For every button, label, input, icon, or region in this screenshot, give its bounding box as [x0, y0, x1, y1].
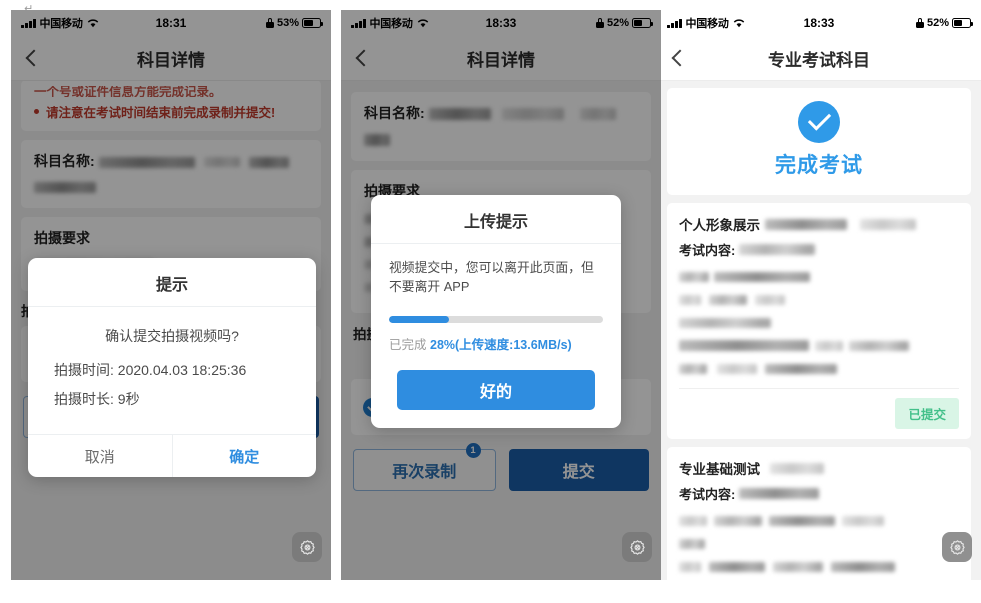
- settings-fab-1[interactable]: [292, 532, 322, 562]
- section-content-row: 考试内容:: [679, 240, 959, 259]
- upload-message: 视频提交中，您可以离开此页面，但不要离开 APP: [389, 260, 594, 294]
- section-content-label: 考试内容:: [679, 243, 736, 258]
- confirm-submit-dialog: 提示 确认提交拍摄视频吗? 拍摄时间: 2020.04.03 18:25:36 …: [28, 258, 316, 477]
- page-title: 专业考试科目: [768, 50, 870, 70]
- signal-bars-icon: [667, 18, 682, 28]
- phone-panel-1: 中国移动 18:31 53% 科目详情 一个号或证件信息方能完成记录。 请注意在…: [11, 10, 331, 580]
- upload-ok-button[interactable]: 好的: [397, 370, 595, 410]
- status-badge: 已提交: [895, 398, 959, 429]
- exam-complete-card: 完成考试: [667, 88, 971, 195]
- section-title: 个人形象展示: [679, 218, 760, 233]
- dialog-body: 确认提交拍摄视频吗? 拍摄时间: 2020.04.03 18:25:36 拍摄时…: [28, 307, 316, 422]
- exam-complete-text: 完成考试: [775, 154, 863, 177]
- panel-3-content: 完成考试 个人形象展示 考试内容: 已提交 专业基础测试 考试内容:: [657, 80, 981, 580]
- chevron-left-icon: [671, 49, 682, 67]
- section-footer: 已提交: [679, 388, 959, 429]
- settings-fab-2[interactable]: [622, 532, 652, 562]
- upload-progress-fill: [389, 316, 449, 323]
- upload-progress-bar: [389, 316, 603, 323]
- upload-progress-value: 28%(上传速度:13.6MB/s): [430, 338, 572, 352]
- section-title-row: 个人形象展示: [679, 214, 959, 234]
- gear-icon: [299, 539, 315, 555]
- dialog-time-value: 2020.04.03 18:25:36: [117, 362, 247, 378]
- phone-panel-3: 中国移动 18:33 52% 专业考试科目 完成考试 个人形象展示 考试内容: …: [657, 10, 981, 580]
- wifi-icon: [733, 18, 745, 28]
- status-bar-3: 中国移动 18:33 52%: [657, 10, 981, 36]
- phone-panel-2: 中国移动 18:33 52% 科目详情 科目名称: 拍摄要求 再次录制 1 提交…: [341, 10, 661, 580]
- lock-icon: [915, 18, 924, 28]
- exam-section-personal: 个人形象展示 考试内容: 已提交: [667, 203, 971, 439]
- section-content-row: 考试内容:: [679, 484, 959, 503]
- carrier-label: 中国移动: [685, 18, 729, 30]
- section-title: 专业基础测试: [679, 462, 760, 477]
- dialog-time-label: 拍摄时间:: [54, 362, 114, 378]
- nav-bar-3: 专业考试科目: [657, 36, 981, 81]
- screenshot-stage: ↵ + + 中国移动 18:31 53% 科目详情: [0, 0, 981, 603]
- dialog-time-row: 拍摄时间: 2020.04.03 18:25:36: [28, 360, 316, 380]
- status-left-3: 中国移动: [667, 15, 745, 31]
- dialog-duration-value: 9秒: [117, 391, 140, 407]
- exam-section-basic: 专业基础测试 考试内容:: [667, 447, 971, 580]
- gear-icon: [949, 539, 965, 555]
- upload-progress-info: 已完成 28%(上传速度:13.6MB/s): [389, 334, 603, 353]
- dialog-duration-label: 拍摄时长:: [54, 391, 114, 407]
- settings-fab-3[interactable]: [942, 532, 972, 562]
- dialog-actions: 取消 确定: [28, 434, 316, 477]
- battery-icon: [952, 18, 973, 28]
- dialog-question: 确认提交拍摄视频吗?: [105, 328, 239, 344]
- section-redacted-body: [679, 268, 959, 378]
- upload-progress-prefix: 已完成: [389, 338, 427, 352]
- upload-progress-dialog: 上传提示 视频提交中，您可以离开此页面，但不要离开 APP 已完成 28%(上传…: [371, 195, 621, 428]
- upload-dialog-body: 视频提交中，您可以离开此页面，但不要离开 APP 已完成 28%(上传速度:13…: [371, 244, 621, 428]
- check-circle-icon: [798, 101, 840, 143]
- back-button[interactable]: [671, 36, 705, 80]
- section-content-label: 考试内容:: [679, 487, 736, 502]
- gear-icon: [629, 539, 645, 555]
- section-redacted-body: [679, 512, 959, 580]
- dialog-cancel-button[interactable]: 取消: [28, 435, 172, 477]
- dialog-duration-row: 拍摄时长: 9秒: [28, 389, 316, 409]
- upload-dialog-title: 上传提示: [463, 214, 528, 231]
- section-title-row: 专业基础测试: [679, 458, 959, 478]
- battery-percent: 52%: [926, 17, 949, 29]
- dialog-title: 提示: [155, 277, 188, 294]
- dialog-confirm-button[interactable]: 确定: [173, 435, 317, 477]
- status-right-3: 52%: [915, 17, 973, 29]
